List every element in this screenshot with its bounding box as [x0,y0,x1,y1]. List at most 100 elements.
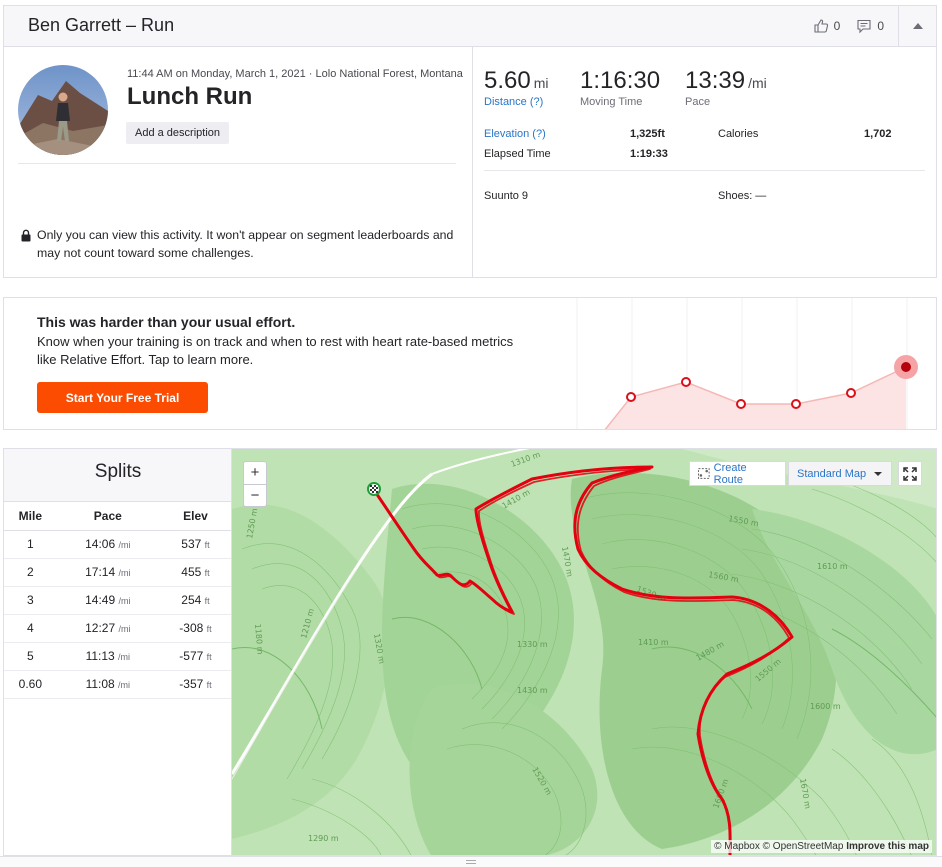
start-free-trial-button[interactable]: Start Your Free Trial [37,382,208,413]
relative-effort-upsell: This was harder than your usual effort. … [3,297,937,430]
elapsed-time-label: Elapsed Time [484,148,551,160]
split-elev: -357 ft [158,670,232,699]
thumbs-up-icon [814,19,828,33]
splits-table: Mile Pace Elev 1 14:06 /mi 537 ft 2 17:1… [4,502,232,699]
comment-icon [857,19,871,34]
device-name: Suunto 9 [484,190,529,202]
activity-details: 11:44 AM on Monday, March 1, 2021 · Lolo… [4,47,472,278]
relative-effort-chart[interactable] [576,298,937,430]
distance-label-link[interactable]: Distance (?) [484,96,549,108]
zoom-out-button[interactable]: − [244,484,266,506]
osm-attribution-link[interactable]: © OpenStreetMap [763,841,844,852]
effort-point [791,399,801,409]
fullscreen-icon [903,466,917,481]
zoom-controls: + − [243,461,267,507]
kudos-button[interactable]: 0 [813,18,841,34]
split-elev: 455 ft [158,558,232,587]
topo-map[interactable]: 1310 m 1410 m 1470 m 1530 m 1560 m 1550 … [232,449,937,856]
stat-distance: 5.60 mi Distance (?) [484,67,549,108]
effort-point [681,377,691,387]
col-elev: Elev [158,502,232,531]
table-row: 5 11:13 /mi -577 ft [4,642,232,671]
table-row: 2 17:14 /mi 455 ft [4,558,232,587]
improve-map-link[interactable]: Improve this map [846,841,929,852]
pace-label: Pace [685,96,711,108]
contour-label: 1430 m [517,686,548,695]
table-row: 0.60 11:08 /mi -357 ft [4,670,232,699]
split-pace: 14:49 /mi [56,586,159,615]
header-actions: 0 0 [813,6,936,46]
contour-label: 1330 m [517,640,548,649]
elevation-value: 1,325ft [630,128,665,140]
effort-point [736,399,746,409]
moving-time-value: 1:16:30 [580,67,661,94]
split-mile: 5 [4,642,57,671]
split-pace: 11:08 /mi [56,670,159,699]
split-elev: -308 ft [158,614,232,643]
chevron-up-icon [912,23,923,29]
kudos-count: 0 [833,19,841,33]
activity-summary-card: Ben Garrett – Run 0 0 11:44 AM on Monday… [3,5,937,278]
privacy-text: Only you can view this activity. It won'… [37,228,454,260]
split-mile: 1 [4,530,57,559]
pace-value: 13:39 [685,67,746,94]
split-pace: 14:06 /mi [56,530,159,559]
divider [484,170,925,171]
map-style-label: Standard Map [797,467,867,480]
mapbox-attribution-link[interactable]: © Mapbox [714,841,760,852]
panel-resize-bar[interactable] [0,856,942,867]
split-elev: 537 ft [158,530,232,559]
calories-value: 1,702 [864,128,892,140]
calories-label: Calories [718,128,759,140]
split-mile: 3 [4,586,57,615]
create-route-label: Create Route [713,461,747,486]
privacy-notice: Only you can view this activity. It won'… [20,226,465,262]
comments-count: 0 [877,19,884,33]
shoes-info: Shoes: — [718,190,767,202]
effort-point-current [901,362,911,372]
fullscreen-button[interactable] [898,461,922,486]
split-pace: 12:27 /mi [56,614,159,643]
collapse-toggle[interactable] [898,6,936,46]
add-description-button[interactable]: Add a description [126,122,229,144]
split-mile: 4 [4,614,57,643]
activity-name: Lunch Run [127,83,253,110]
contour-label: 1610 m [817,562,848,571]
elapsed-time-value: 1:19:33 [630,148,668,160]
effort-point [626,392,636,402]
moving-time-label: Moving Time [580,96,643,108]
map-attribution: © Mapbox © OpenStreetMap Improve this ma… [711,840,932,853]
table-row: 1 14:06 /mi 537 ft [4,530,232,559]
map-style-dropdown[interactable]: Standard Map [788,461,892,486]
split-mile: 2 [4,558,57,587]
table-row: 3 14:49 /mi 254 ft [4,586,232,615]
zoom-in-button[interactable]: + [244,462,266,484]
split-mile: 0.60 [4,670,57,699]
effort-description: Know when your training is on track and … [37,334,514,367]
route-map[interactable]: 1310 m 1410 m 1470 m 1530 m 1560 m 1550 … [231,448,937,856]
contour-label: 1410 m [638,638,669,647]
split-pace: 17:14 /mi [56,558,159,587]
elevation-label-link[interactable]: Elevation (?) [484,128,546,140]
lock-icon [21,229,31,242]
activity-header: Ben Garrett – Run 0 0 [4,6,936,47]
create-route-button[interactable]: Create Route [689,461,786,486]
finish-flag-icon [370,485,378,493]
contour-label: 1600 m [810,702,841,711]
effort-title: This was harder than your usual effort. [37,314,296,330]
col-mile: Mile [4,502,57,531]
contour-label: 1290 m [308,834,339,843]
pace-unit: /mi [748,75,767,91]
col-pace: Pace [56,502,159,531]
distance-value: 5.60 [484,67,531,94]
split-pace: 11:13 /mi [56,642,159,671]
activity-stats: 5.60 mi Distance (?) 1:16:30 Moving Time … [472,47,937,278]
splits-panel: Splits Mile Pace Elev 1 14:06 /mi 537 ft… [3,448,232,856]
splits-title: Splits [4,449,232,502]
split-elev: 254 ft [158,586,232,615]
table-row: 4 12:27 /mi -308 ft [4,614,232,643]
avatar[interactable] [18,65,108,155]
chevron-down-icon [874,471,883,476]
route-icon [698,468,710,479]
comments-button[interactable]: 0 [856,18,884,34]
